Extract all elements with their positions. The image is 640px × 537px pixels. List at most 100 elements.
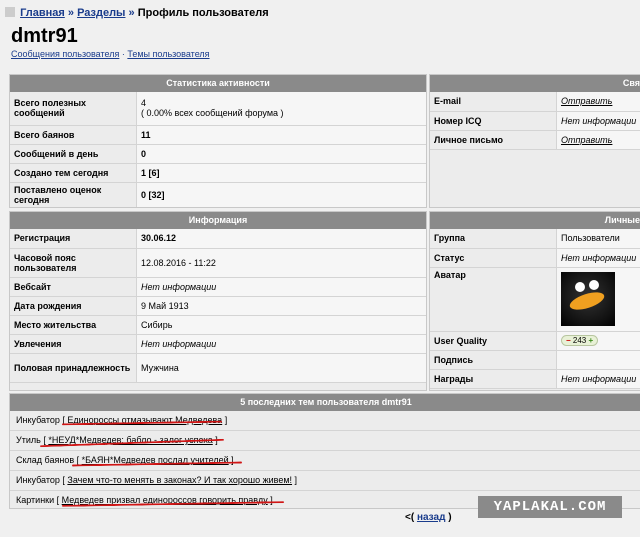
personal-label: Награды: [430, 369, 557, 389]
stats-label: Сообщений в день: [10, 144, 137, 164]
stats-label: Создано тем сегодня: [10, 163, 137, 183]
avatar-cell: [556, 267, 640, 332]
info-value: Нет информации: [136, 277, 426, 297]
stats-value-sub: ( 0.00% всех сообщений форума ): [141, 108, 284, 119]
contacts-row: Личное письмо Отправить: [430, 130, 640, 150]
personal-value: Нет информации: [556, 248, 640, 268]
site-watermark: YAPLAKAL.COM: [478, 496, 622, 518]
user-quality-cell: − 243 +: [556, 331, 640, 351]
personal-label: Подпись: [430, 350, 557, 370]
avatar: [561, 272, 615, 326]
user-quality-badge: − 243 +: [561, 335, 599, 346]
stats-row: Создано тем сегодня 1 [6]: [10, 163, 426, 183]
stats-value: 0: [136, 144, 426, 164]
recent-topics-panel: 5 последних тем пользователя dmtr91 Инку…: [9, 393, 640, 509]
topic-section: Инкубатор: [16, 415, 60, 425]
breadcrumb-separator: »: [128, 7, 135, 19]
stats-value-main: 4: [141, 98, 147, 109]
avatar-eye: [575, 282, 585, 292]
forum-icon: [5, 7, 15, 17]
contacts-label: Номер ICQ: [430, 111, 557, 131]
personal-row: Подпись: [430, 350, 640, 370]
info-row: Увлечения Нет информации: [10, 334, 426, 354]
stats-value: 4 ( 0.00% всех сообщений форума ): [136, 92, 426, 126]
email-send-link[interactable]: Отправить: [556, 92, 640, 112]
personal-row: Аватар: [430, 267, 640, 332]
topic-link[interactable]: Зачем что-то менять в законах? И так хор…: [67, 475, 292, 485]
avatar-beak: [567, 288, 607, 314]
list-item: Утиль [ *НЕУД*Медведев: бабло - залог ус…: [10, 431, 640, 451]
list-item: Инкубатор [ Зачем что-то менять в закона…: [10, 471, 640, 491]
info-value: Мужчина: [136, 353, 426, 383]
info-value: 30.06.12: [136, 229, 426, 249]
user-links: Сообщения пользователя · Темы пользовате…: [11, 49, 210, 59]
stats-row: Всего баянов 11: [10, 125, 426, 145]
avatar-eye: [589, 280, 599, 290]
contacts-table: E-mail Отправить Номер ICQ Нет информаци…: [430, 92, 640, 150]
stats-label: Поставлено оценок сегодня: [10, 182, 137, 207]
contacts-row: Номер ICQ Нет информации: [430, 111, 640, 131]
info-row: Место жительства Сибирь: [10, 315, 426, 335]
stats-row: Сообщений в день 0: [10, 144, 426, 164]
contacts-row: E-mail Отправить: [430, 92, 640, 112]
link-separator: ·: [121, 49, 125, 59]
info-row: Половая принадлежность Мужчина: [10, 353, 426, 383]
info-row: Вебсайт Нет информации: [10, 277, 426, 297]
breadcrumb-home-link[interactable]: Главная: [20, 7, 65, 19]
breadcrumb-sections-link[interactable]: Разделы: [77, 7, 125, 19]
info-label: Половая принадлежность: [10, 353, 137, 383]
topic-section: Утиль: [16, 435, 41, 445]
personal-value: [556, 350, 640, 370]
info-row: Регистрация 30.06.12: [10, 229, 426, 249]
info-value: Сибирь: [136, 315, 426, 335]
info-panel-title: Информация: [10, 212, 426, 229]
username-title: dmtr91: [11, 25, 78, 47]
user-topics-link[interactable]: Темы пользователя: [127, 49, 209, 59]
info-row: Дата рождения 9 Май 1913: [10, 296, 426, 316]
back-link[interactable]: назад: [417, 512, 445, 523]
list-item: Склад баянов [ *БАЯН*Медведев послал учи…: [10, 451, 640, 471]
personal-panel: Личные Группа Пользователи Статус Нет ин…: [429, 211, 640, 391]
contacts-label: E-mail: [430, 92, 557, 112]
back-suffix: ): [448, 512, 452, 523]
topic-section: Склад баянов: [16, 455, 75, 465]
private-message-link[interactable]: Отправить: [556, 130, 640, 150]
topic-section: Инкубатор: [16, 475, 60, 485]
personal-value: Пользователи: [556, 229, 640, 249]
contacts-value: Нет информации: [556, 111, 640, 131]
recent-topics-title: 5 последних тем пользователя dmtr91: [10, 394, 640, 411]
stats-panel: Статистика активности Всего полезных соо…: [9, 74, 427, 208]
user-quality-value: 243: [572, 336, 587, 345]
personal-panel-title: Личные: [430, 212, 640, 229]
breadcrumb-separator: »: [67, 7, 74, 19]
info-value: Нет информации: [136, 334, 426, 354]
info-label: Вебсайт: [10, 277, 137, 297]
contacts-panel: Свя E-mail Отправить Номер ICQ Нет инфор…: [429, 74, 640, 208]
personal-row: User Quality − 243 +: [430, 331, 640, 351]
breadcrumb: Главная » Разделы » Профиль пользователя: [5, 7, 269, 19]
stats-table: Всего полезных сообщений 4 ( 0.00% всех …: [10, 92, 426, 207]
personal-row: Группа Пользователи: [430, 229, 640, 249]
info-table: Регистрация 30.06.12 Часовой пояс пользо…: [10, 229, 426, 383]
list-item: Инкубатор [ Единороссы отмазывают Медвед…: [10, 411, 640, 431]
personal-label: Аватар: [430, 267, 557, 332]
personal-label: Группа: [430, 229, 557, 249]
stats-panel-title: Статистика активности: [10, 75, 426, 92]
back-nav: <( назад ): [405, 512, 452, 523]
vote-down-icon[interactable]: −: [566, 336, 571, 345]
back-prefix: <(: [405, 512, 415, 523]
info-row: Часовой пояс пользователя 12.08.2016 - 1…: [10, 248, 426, 278]
stats-value: 11: [136, 125, 426, 145]
stats-row: Поставлено оценок сегодня 0 [32]: [10, 182, 426, 207]
info-value: 12.08.2016 - 11:22: [136, 248, 426, 278]
info-label: Место жительства: [10, 315, 137, 335]
contacts-panel-title: Свя: [430, 75, 640, 92]
stats-row: Всего полезных сообщений 4 ( 0.00% всех …: [10, 92, 426, 126]
personal-table: Группа Пользователи Статус Нет информаци…: [430, 229, 640, 389]
user-posts-link[interactable]: Сообщения пользователя: [11, 49, 119, 59]
info-value: 9 Май 1913: [136, 296, 426, 316]
stats-label: Всего полезных сообщений: [10, 92, 137, 126]
vote-up-icon[interactable]: +: [589, 336, 594, 345]
topic-section: Картинки: [16, 495, 55, 505]
breadcrumb-current: Профиль пользователя: [137, 7, 269, 19]
